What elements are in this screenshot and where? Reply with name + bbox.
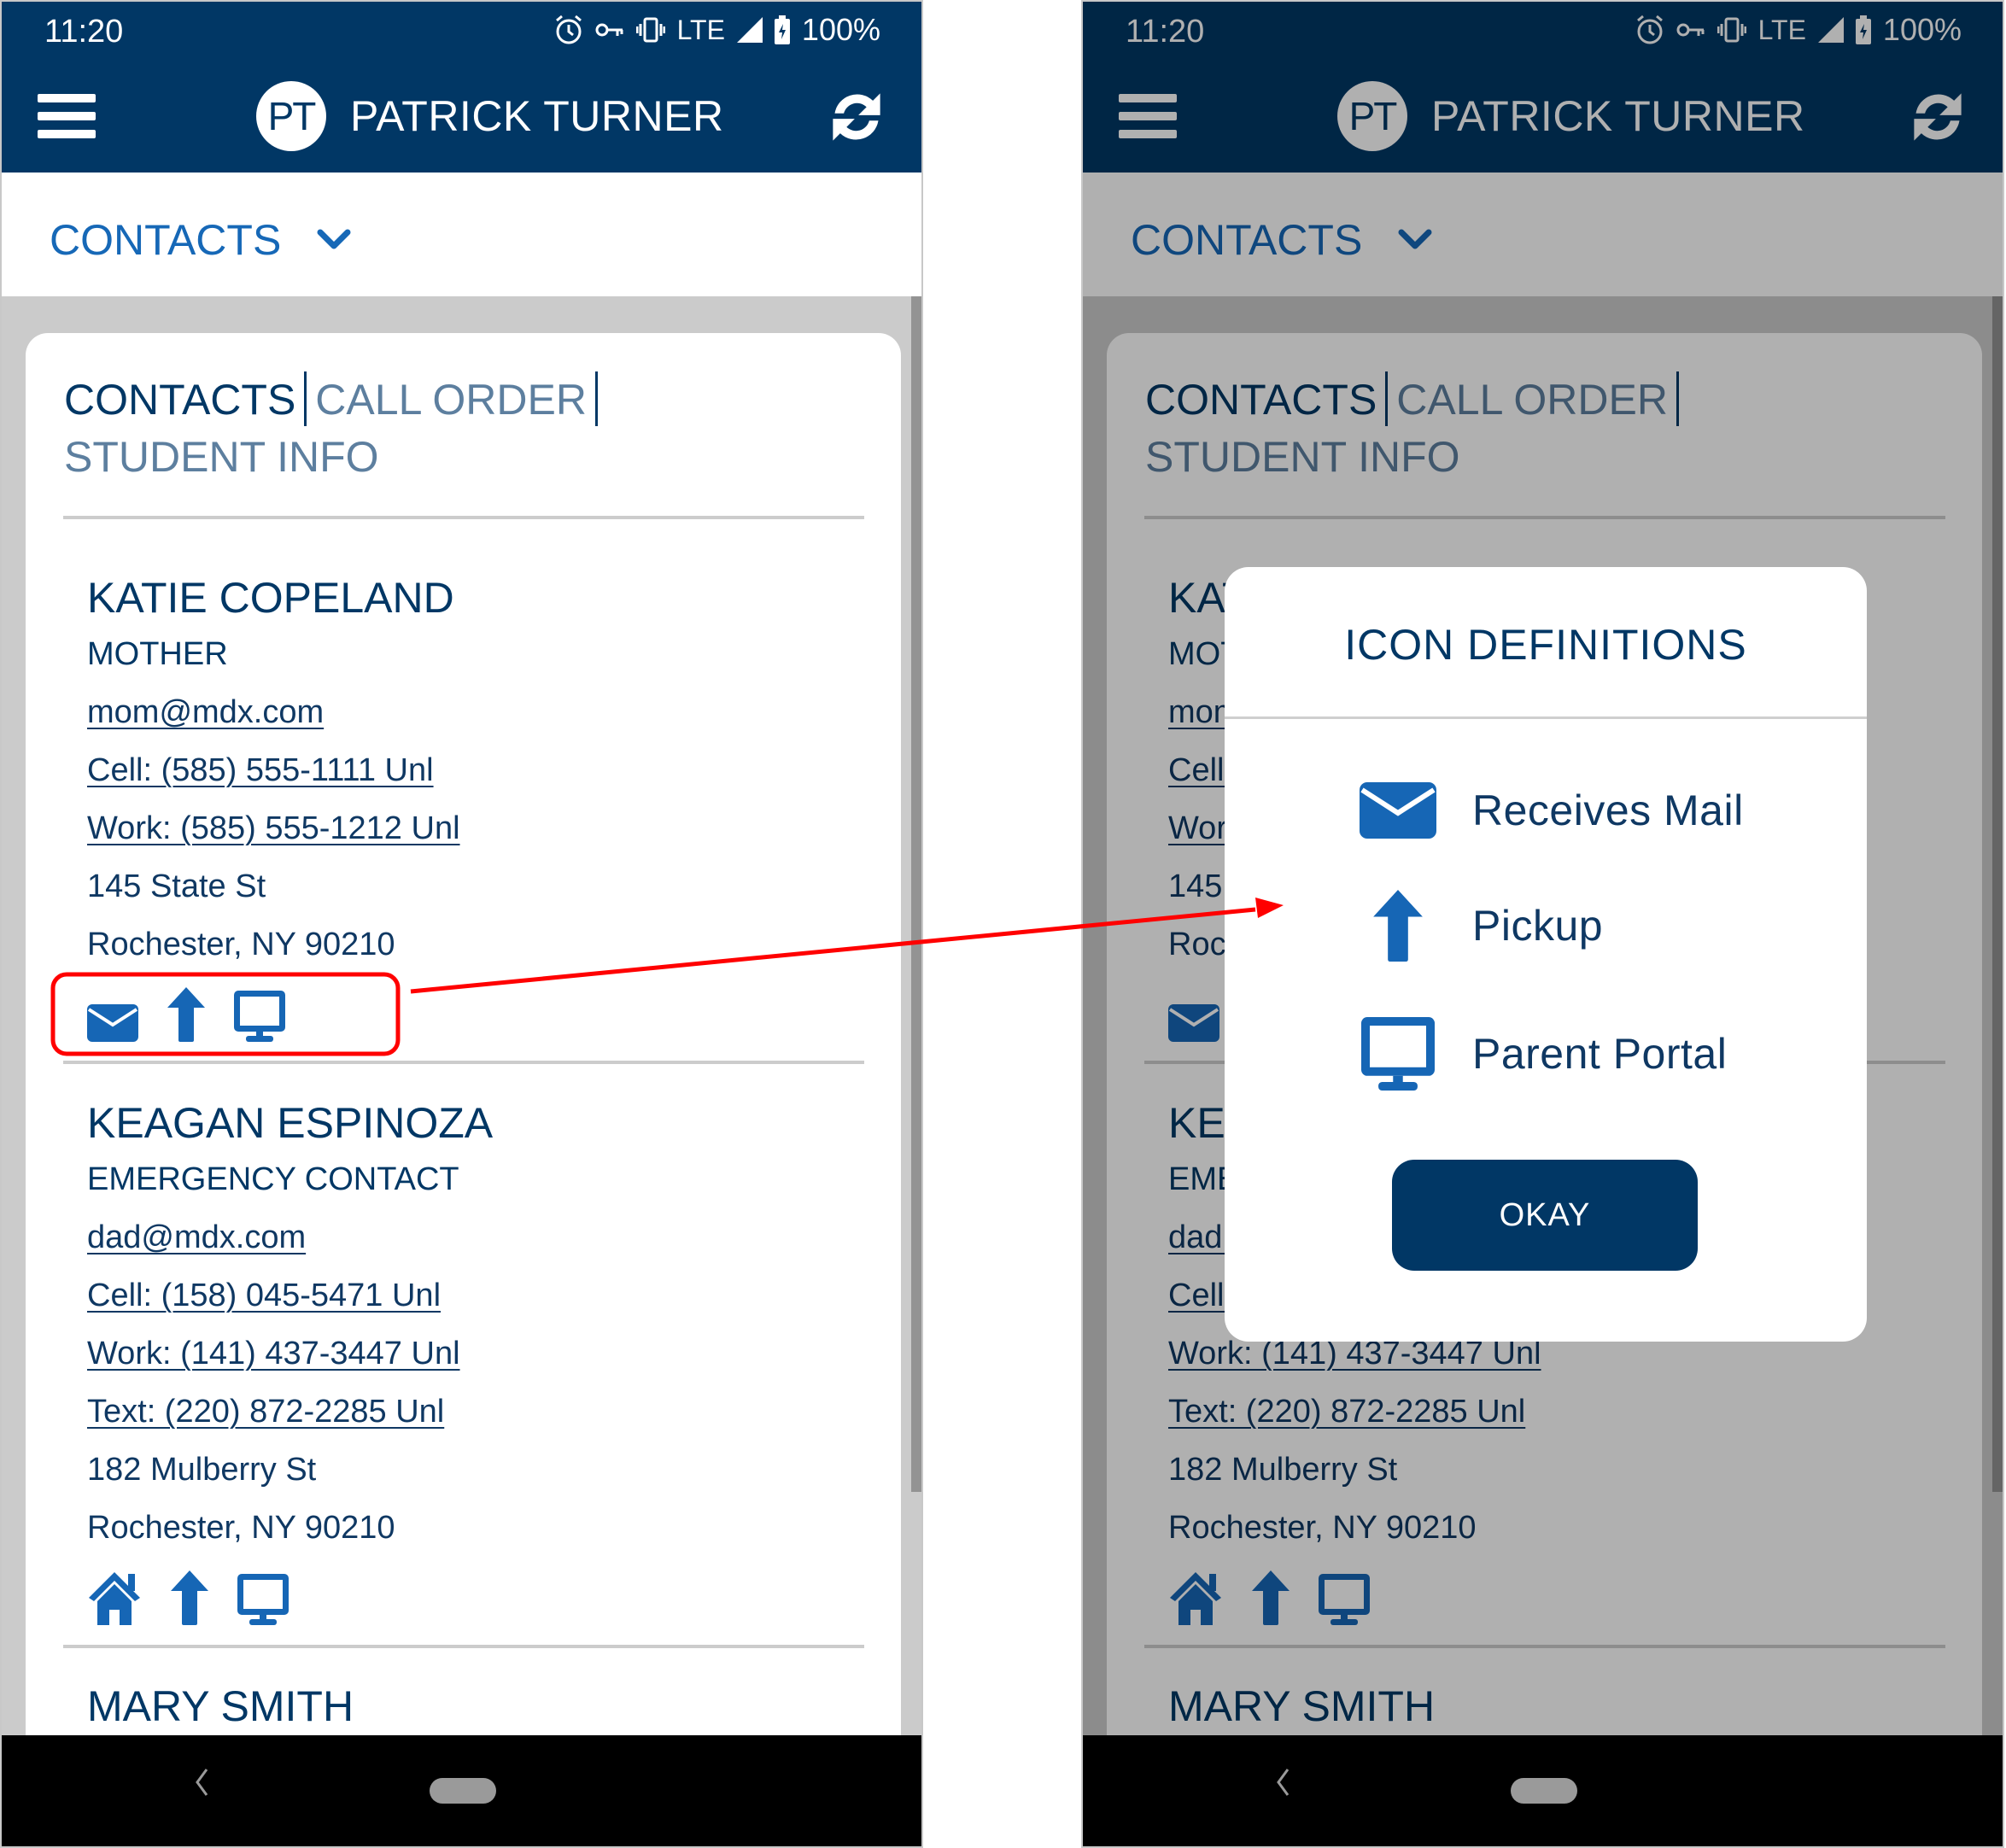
back-chevron-icon[interactable]: [194, 1768, 209, 1801]
contact-icons: [87, 986, 460, 1046]
definition-row: Receives Mail: [1360, 782, 1744, 839]
phone-screen-icon-definitions: 11:20 LTE 100% PT PATRICK TURNER CONTACT…: [1081, 0, 2004, 1848]
contact-phone-link[interactable]: Cell: (158) 045-5471 Unl: [87, 1278, 441, 1313]
contact-entry: KEAGAN ESPINOZA EMERGENCY CONTACT dad@md…: [87, 1097, 493, 1629]
tab-bar: CONTACTS CALL ORDER STUDENT INFO: [64, 371, 662, 486]
home-pill-icon[interactable]: [430, 1778, 496, 1804]
contact-name: KEAGAN ESPINOZA: [87, 1099, 494, 1147]
contact-entry: MARY SMITH: [87, 1681, 354, 1732]
dialog-title: ICON DEFINITIONS: [1344, 621, 1747, 669]
section-dropdown-label: CONTACTS: [50, 216, 282, 264]
parent-portal-monitor-icon[interactable]: [237, 1574, 289, 1629]
tab-student-info[interactable]: STUDENT INFO: [64, 429, 379, 486]
contact-address-line1: 145 State St: [87, 868, 266, 904]
contact-email-link[interactable]: mom@mdx.com: [87, 694, 324, 730]
mail-icon: [1360, 782, 1436, 839]
battery-percent: 100%: [801, 12, 880, 47]
user-identity: PT PATRICK TURNER: [256, 81, 724, 151]
home-icon[interactable]: [87, 1570, 142, 1629]
vpn-key-icon: [595, 21, 624, 38]
definition-label: Parent Portal: [1472, 1030, 1728, 1078]
app-header: 11:20 LTE 100% PT PATRICK TURNER: [2, 2, 921, 173]
contact-address-line1: 182 Mulberry St: [87, 1452, 317, 1488]
chevron-down-icon: [317, 229, 351, 251]
definition-row: Parent Portal: [1360, 1017, 1727, 1091]
home-pill-icon[interactable]: [1511, 1778, 1577, 1804]
phone-screen-contacts: 11:20 LTE 100% PT PATRICK TURNER CONTACT…: [0, 0, 923, 1848]
section-selector: CONTACTS: [2, 173, 921, 296]
tab-separator: [304, 371, 307, 426]
mail-icon[interactable]: [87, 1004, 138, 1046]
avatar: PT: [256, 81, 326, 151]
contact-icons: [87, 1570, 493, 1629]
tab-separator: [594, 371, 598, 426]
divider: [63, 1061, 864, 1064]
contact-phone-link[interactable]: Work: (585) 555-1212 Unl: [87, 810, 460, 846]
contact-role: MOTHER: [87, 636, 228, 672]
divider: [63, 516, 864, 519]
contacts-card: CONTACTS CALL ORDER STUDENT INFO KATIE CO…: [26, 333, 901, 1785]
pickup-arrow-icon: [1360, 890, 1436, 962]
contact-role: EMERGENCY CONTACT: [87, 1161, 459, 1197]
signal-icon: [736, 17, 763, 43]
contact-name: KATIE COPELAND: [87, 574, 454, 622]
definition-label: Receives Mail: [1472, 787, 1744, 834]
definition-row: Pickup: [1360, 890, 1603, 962]
content-area: CONTACTS CALL ORDER STUDENT INFO KATIE CO…: [2, 296, 921, 1785]
back-chevron-icon[interactable]: [1275, 1768, 1290, 1801]
status-time: 11:20: [44, 14, 124, 50]
alarm-icon: [554, 15, 583, 45]
contact-address-line2: Rochester, NY 90210: [87, 927, 395, 962]
contact-phone-link[interactable]: Work: (141) 437-3447 Unl: [87, 1336, 460, 1371]
contact-phone-link[interactable]: Text: (220) 872-2285 Unl: [87, 1394, 444, 1430]
tab-contacts[interactable]: CONTACTS: [64, 371, 295, 429]
contact-entry: KATIE COPELAND MOTHER mom@mdx.com Cell: …: [87, 572, 460, 1046]
pickup-arrow-icon[interactable]: [167, 987, 205, 1046]
icon-definitions-dialog: ICON DEFINITIONS Receives Mail Pickup Pa…: [1225, 567, 1867, 1342]
contact-email-link[interactable]: dad@mdx.com: [87, 1219, 306, 1255]
battery-charging-icon: [774, 15, 790, 44]
divider: [63, 1645, 864, 1648]
system-nav-bar: [2, 1735, 921, 1846]
parent-portal-monitor-icon: [1360, 1017, 1436, 1091]
okay-button[interactable]: OKAY: [1392, 1160, 1698, 1271]
pickup-arrow-icon[interactable]: [171, 1570, 208, 1629]
parent-portal-monitor-icon[interactable]: [234, 991, 285, 1046]
contact-name: MARY SMITH: [87, 1682, 354, 1730]
tab-call-order[interactable]: CALL ORDER: [315, 371, 587, 429]
contact-phone-link[interactable]: Cell: (585) 555-1111 Unl: [87, 752, 434, 788]
divider: [1225, 716, 1867, 719]
scrollbar[interactable]: [911, 296, 921, 1492]
status-bar: 11:20 LTE 100%: [2, 2, 921, 61]
refresh-icon[interactable]: [828, 87, 886, 147]
section-dropdown[interactable]: CONTACTS: [50, 215, 351, 265]
user-name: PATRICK TURNER: [350, 92, 724, 140]
vibrate-icon: [635, 17, 665, 43]
contact-address-line2: Rochester, NY 90210: [87, 1510, 395, 1546]
system-nav-bar: [1083, 1735, 2003, 1846]
hamburger-menu-icon[interactable]: [38, 94, 96, 138]
network-type: LTE: [676, 14, 725, 45]
definition-label: Pickup: [1472, 902, 1604, 950]
